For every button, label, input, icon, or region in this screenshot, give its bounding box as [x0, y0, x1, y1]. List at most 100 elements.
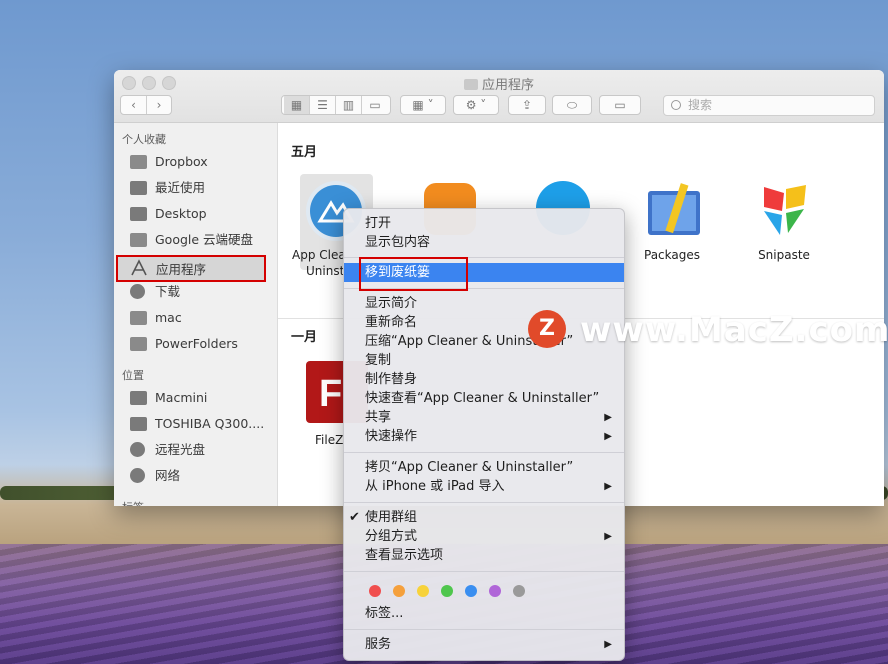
snipaste-label: Snipaste [758, 248, 810, 262]
app-cleaner-label-line2: Uninst [306, 264, 345, 278]
sidebar-item-home[interactable]: mac [130, 307, 266, 329]
home-icon [130, 311, 147, 325]
title-bar: 应用程序 ‹ › ▦ ☰ ▥ ▭ ▦ ˅ ⚙ ˅ ⇪ ⬭ ▭ 搜索 [114, 70, 884, 123]
sidebar-item-label: Desktop [155, 206, 207, 221]
tag-color-yellow[interactable] [417, 585, 429, 597]
menu-item-make-alias[interactable]: 制作替身 [344, 370, 624, 389]
group-menu-button[interactable]: ▦ ˅ [400, 95, 446, 115]
tag-color-green[interactable] [441, 585, 453, 597]
sidebar-item-desktop[interactable]: Desktop [130, 203, 266, 225]
computer-icon [130, 391, 147, 405]
menu-item-quick-actions[interactable]: 快速操作 ▶ [344, 427, 624, 446]
sidebar-item-label: 网络 [155, 468, 181, 483]
folder-icon [130, 337, 147, 351]
tag-color-blue[interactable] [465, 585, 477, 597]
menu-separator [344, 502, 624, 503]
locations-header: 位置 [122, 369, 144, 382]
new-folder-button[interactable]: ▭ [599, 95, 641, 115]
menu-item-quick-look[interactable]: 快速查看“App Cleaner & Uninstaller” [344, 389, 624, 408]
tag-button[interactable]: ⬭ [552, 95, 592, 115]
sidebar-item-label: Macmini [155, 390, 208, 405]
tag-color-gray[interactable] [513, 585, 525, 597]
disk-icon [130, 417, 147, 431]
view-mode-switcher[interactable]: ▦ ☰ ▥ ▭ [281, 95, 391, 115]
sidebar-item-label: mac [155, 310, 182, 325]
sidebar: 个人收藏 Dropbox 最近使用 Desktop Google 云端硬盘 应用… [114, 123, 278, 506]
menu-item-tags[interactable]: 标签... [344, 604, 624, 623]
recents-icon [130, 181, 147, 195]
optical-disc-icon [130, 442, 145, 457]
folder-icon [463, 79, 478, 90]
menu-item-import-from-iphone[interactable]: 从 iPhone 或 iPad 导入 ▶ [344, 477, 624, 496]
forward-icon[interactable]: › [147, 96, 171, 114]
icon-view-icon[interactable]: ▦ [284, 96, 310, 114]
sidebar-item-label: 最近使用 [155, 180, 206, 195]
packages-label: Packages [644, 248, 700, 262]
sidebar-item-label: TOSHIBA Q300.... [155, 416, 265, 431]
favorites-header: 个人收藏 [122, 133, 166, 146]
sidebar-item-label: PowerFolders [155, 336, 238, 351]
sidebar-item-applications[interactable]: 应用程序 [116, 255, 266, 282]
menu-item-group-by[interactable]: 分组方式 ▶ [344, 527, 624, 546]
window-title-text: 应用程序 [481, 78, 534, 93]
section-january: 一月 [291, 330, 318, 345]
section-may: 五月 [291, 145, 318, 160]
menu-item-import-label: 从 iPhone 或 iPad 导入 [365, 479, 505, 494]
menu-item-quick-actions-label: 快速操作 [365, 429, 418, 444]
menu-item-services-label: 服务 [365, 637, 392, 652]
back-forward-buttons[interactable]: ‹ › [120, 95, 172, 115]
back-icon[interactable]: ‹ [121, 96, 147, 114]
download-icon [130, 284, 145, 299]
menu-item-copy[interactable]: 拷贝“App Cleaner & Uninstaller” [344, 458, 624, 477]
sidebar-item-google-drive[interactable]: Google 云端硬盘 [130, 229, 266, 251]
search-placeholder: 搜索 [688, 98, 713, 112]
sidebar-item-dropbox[interactable]: Dropbox [130, 151, 266, 173]
tag-color-purple[interactable] [489, 585, 501, 597]
menu-item-share[interactable]: 共享 ▶ [344, 408, 624, 427]
sidebar-item-label: 下载 [155, 284, 181, 299]
list-view-icon[interactable]: ☰ [310, 96, 336, 114]
network-icon [130, 468, 145, 483]
window-title: 应用程序 [114, 74, 884, 93]
sidebar-item-macmini[interactable]: Macmini [130, 387, 266, 409]
action-gear-button[interactable]: ⚙ ˅ [453, 95, 499, 115]
menu-item-services[interactable]: 服务 ▶ [344, 635, 624, 654]
search-input[interactable]: 搜索 [663, 95, 875, 116]
share-button[interactable]: ⇪ [508, 95, 546, 115]
folder-icon [130, 233, 147, 247]
menu-item-view-options[interactable]: 查看显示选项 [344, 546, 624, 565]
highlight-annotation-box [359, 257, 468, 291]
menu-item-use-groups[interactable]: ✔ 使用群组 [344, 508, 624, 527]
submenu-arrow-icon: ▶ [604, 639, 612, 650]
tag-color-orange[interactable] [393, 585, 405, 597]
watermark: Z www.MacZ.com [528, 310, 888, 358]
menu-item-share-label: 共享 [365, 410, 392, 425]
filezilla-label: FileZ [315, 433, 344, 447]
menu-item-show-package-contents[interactable]: 显示包内容 [344, 233, 624, 252]
submenu-arrow-icon: ▶ [604, 481, 612, 492]
sidebar-item-remote-disc[interactable]: 远程光盘 [130, 439, 266, 461]
packages-icon[interactable] [644, 181, 704, 239]
gallery-view-icon[interactable]: ▭ [362, 96, 388, 114]
submenu-arrow-icon: ▶ [604, 431, 612, 442]
tag-color-red[interactable] [369, 585, 381, 597]
submenu-arrow-icon: ▶ [604, 412, 612, 423]
sidebar-item-toshiba[interactable]: TOSHIBA Q300.... [130, 413, 266, 435]
macz-logo: Z [528, 310, 566, 348]
search-icon [671, 100, 681, 110]
desktop-icon [130, 207, 147, 221]
tags-header: 标签 [122, 499, 144, 506]
svg-text:F: F [319, 373, 342, 415]
sidebar-item-label: Dropbox [155, 154, 208, 169]
sidebar-item-network[interactable]: 网络 [130, 465, 266, 487]
sidebar-item-recents[interactable]: 最近使用 [130, 177, 266, 199]
menu-separator [344, 452, 624, 453]
app-cleaner-label-line1: App Clea [292, 248, 346, 262]
sidebar-item-powerfolders[interactable]: PowerFolders [130, 333, 266, 355]
menu-item-group-by-label: 分组方式 [365, 529, 418, 544]
sidebar-item-label: Google 云端硬盘 [155, 232, 254, 247]
snipaste-icon[interactable] [756, 181, 814, 239]
column-view-icon[interactable]: ▥ [336, 96, 362, 114]
menu-item-open[interactable]: 打开 [344, 214, 624, 233]
sidebar-item-downloads[interactable]: 下载 [130, 281, 266, 303]
